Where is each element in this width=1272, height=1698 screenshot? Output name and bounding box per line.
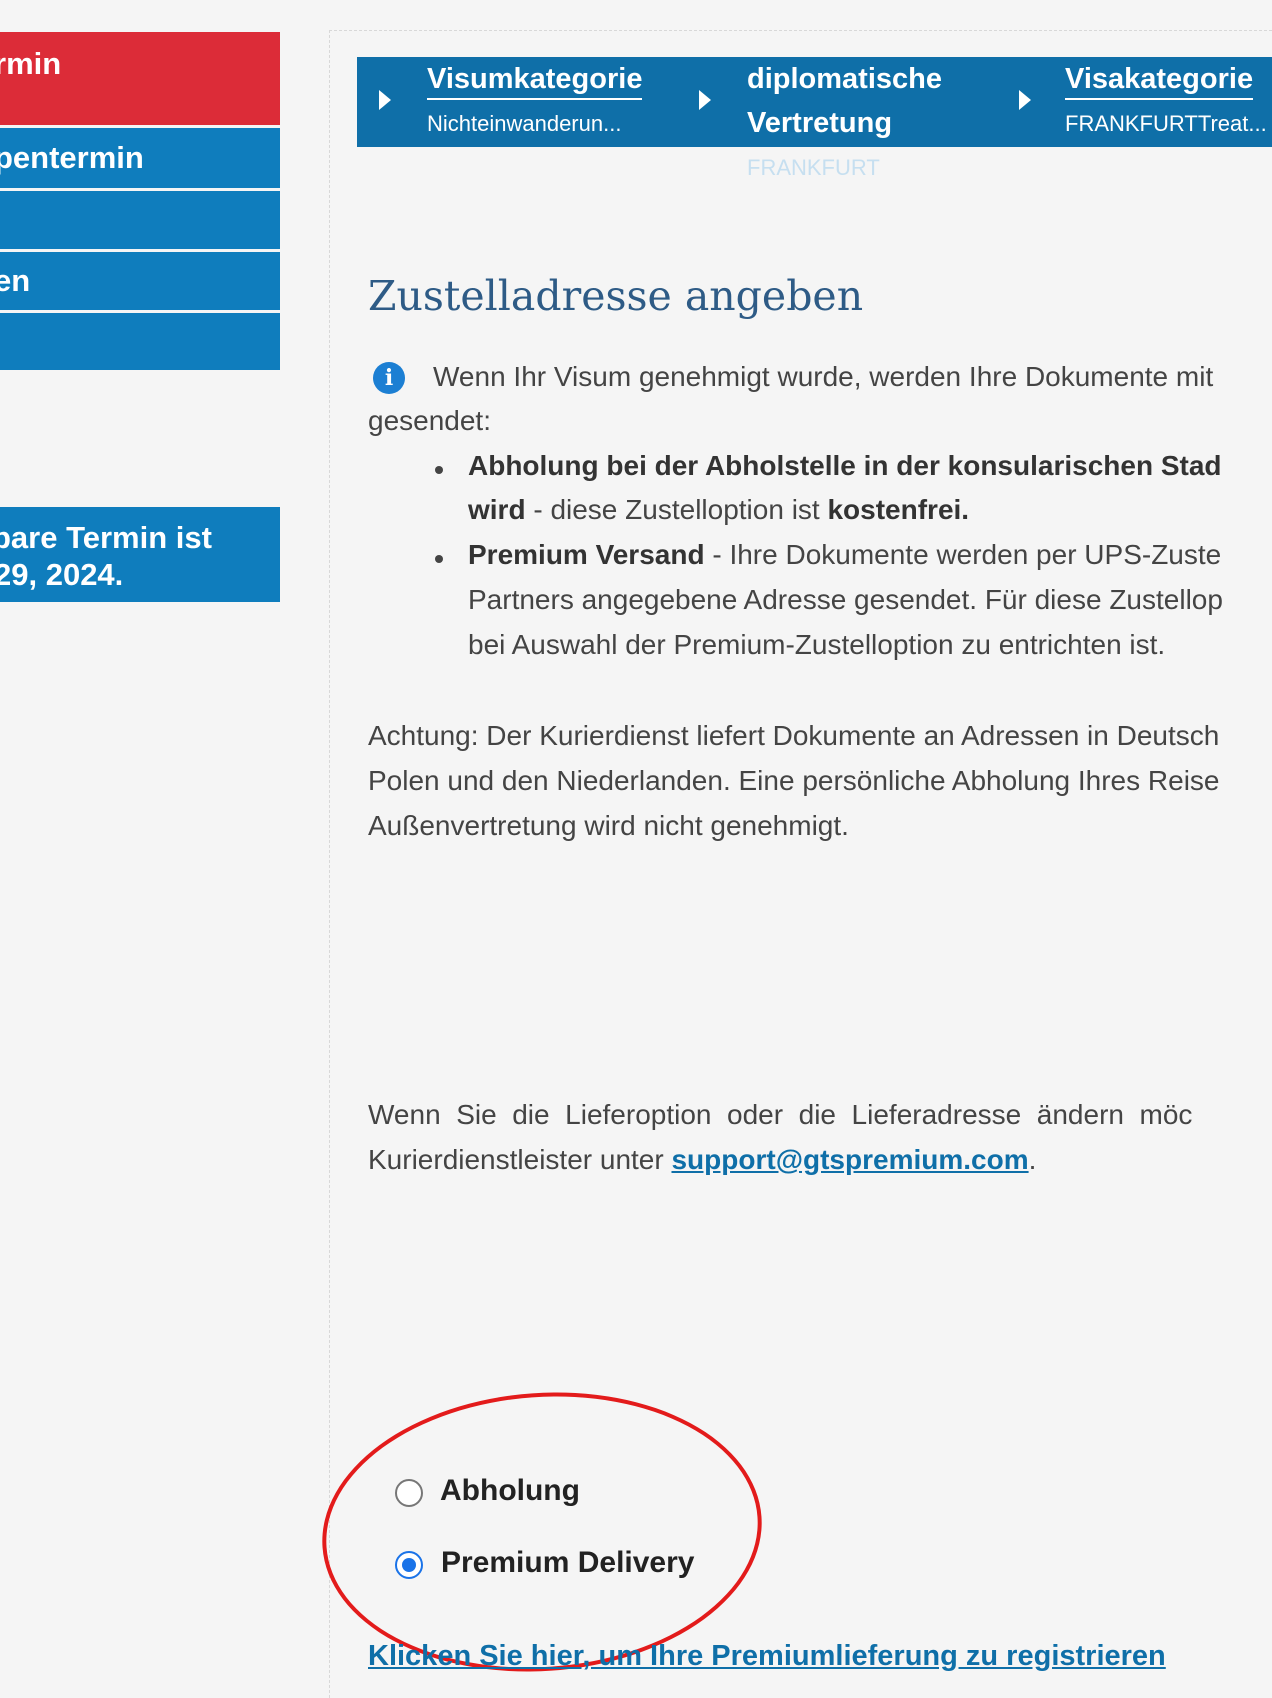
bullet-dot <box>435 466 443 474</box>
notice-line3: Außenvertretung wird nicht genehmigt. <box>368 810 849 841</box>
sidebar-item-gruppentermin[interactable]: pentermin <box>0 128 280 188</box>
breadcrumb-step-diplomatische-vertretung[interactable]: diplomatische Vertretung FRANKFURT <box>677 57 997 180</box>
breadcrumb-step-visakategorie[interactable]: Visakategorie FRANKFURTTreat... <box>997 57 1272 147</box>
support-email-link[interactable]: support@gtspremium.com <box>671 1144 1028 1175</box>
notice-line1: Achtung: Der Kurierdienst liefert Dokume… <box>368 720 1220 751</box>
breadcrumb-step-title: Visakategorie <box>1065 63 1254 100</box>
breadcrumb-step-value: FRANKFURTTreat... <box>1065 111 1267 136</box>
breadcrumb-step-title-line2: Vertretung <box>747 107 893 139</box>
premium-option-title: Premium Versand <box>468 539 705 570</box>
change-delivery-line1: Wenn Sie die Lieferoption oder die Liefe… <box>368 1099 1193 1130</box>
register-premium-delivery-link[interactable]: Klicken Sie hier, um Ihre Premiumlieferu… <box>368 1640 1166 1673</box>
next-available-appointment-notice: bare Termin ist 29, 2024. <box>0 507 280 602</box>
sidebar-item-label: rmin <box>0 46 62 81</box>
sidebar-item-5[interactable] <box>0 313 280 370</box>
free-label: kostenfrei. <box>827 494 970 525</box>
notice-line2: Polen und den Niederlanden. Eine persönl… <box>368 765 1220 796</box>
breadcrumb-step-value: FRANKFURT <box>747 155 880 180</box>
breadcrumb-step-visumkategorie[interactable]: Visumkategorie Nichteinwanderun... <box>357 57 677 147</box>
change-delivery-line2: Kurierdienstleister unter support@gtspre… <box>368 1144 1036 1176</box>
chevron-right-icon <box>1019 90 1031 110</box>
premium-option-description: Premium Versand - Ihre Dokumente werden … <box>468 539 1221 571</box>
text: Kurierdienstleister unter <box>368 1144 672 1175</box>
breadcrumb-step-value: Nichteinwanderun... <box>427 111 622 136</box>
sidebar-item-label: pentermin <box>0 140 144 175</box>
notice-line-2: 29, 2024. <box>0 557 124 592</box>
sidebar-item-3[interactable] <box>0 191 280 249</box>
chevron-right-icon <box>379 90 391 110</box>
pickup-option-description-line2: wird - diese Zustelloption ist kostenfre… <box>468 494 969 526</box>
info-text-line1: Wenn Ihr Visum genehmigt wurde, werden I… <box>433 361 1214 392</box>
info-icon: i <box>373 362 405 394</box>
text: - Ihre Dokumente werden per UPS-Zuste <box>704 539 1222 570</box>
text-bold: wird <box>468 494 526 525</box>
content-top-border <box>329 30 1272 31</box>
sidebar-item-termin[interactable]: rmin <box>0 32 280 125</box>
sidebar-item-4[interactable]: en <box>0 252 280 310</box>
chevron-right-icon <box>699 90 711 110</box>
info-text-line2: gesendet: <box>368 405 491 436</box>
content-divider <box>329 30 330 1698</box>
breadcrumb: Visumkategorie Nichteinwanderun... diplo… <box>357 57 1272 180</box>
premium-option-description-line2: Partners angegebene Adresse gesendet. Fü… <box>468 584 1223 615</box>
breadcrumb-step-title-line1: diplomatische <box>747 63 942 95</box>
text: - diese Zustelloption ist <box>525 494 828 525</box>
page-title: Zustelladresse angeben <box>368 272 864 320</box>
text: . <box>1028 1144 1037 1175</box>
premium-option-description-line3: bei Auswahl der Premium-Zustelloption zu… <box>468 629 1166 660</box>
pickup-option-title: Abholung bei der Abholstelle in der kons… <box>468 450 1222 481</box>
sidebar: rmin pentermin en bare Termin ist 29, 202… <box>0 0 280 1698</box>
notice-line-1: bare Termin ist <box>0 520 212 555</box>
breadcrumb-step-title: Visumkategorie <box>427 63 643 100</box>
bullet-dot <box>435 555 443 563</box>
sidebar-item-label: en <box>0 263 31 298</box>
pickup-option-description: Abholung bei der Abholstelle in der kons… <box>468 450 1222 482</box>
